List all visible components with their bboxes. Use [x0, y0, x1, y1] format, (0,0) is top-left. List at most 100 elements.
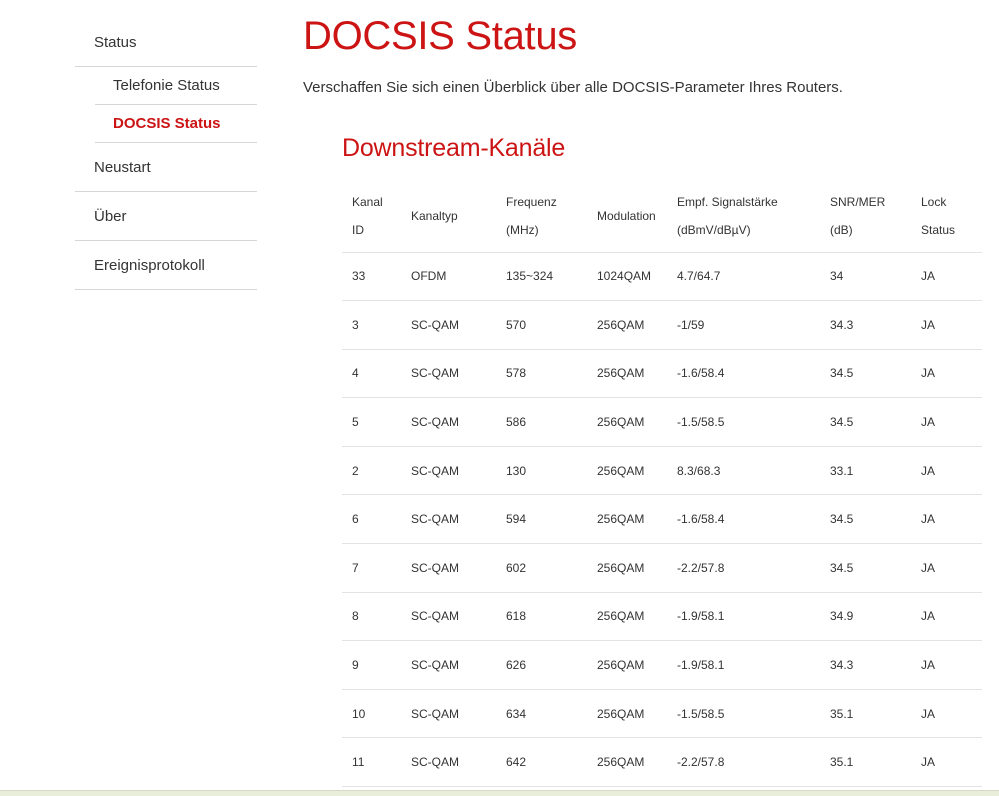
cell-modulation: 256QAM [587, 543, 667, 593]
downstream-table: Kanal ID Kanaltyp Frequenz (MHz) Modulatio… [342, 181, 982, 788]
cell-lock-status: JA [911, 689, 982, 739]
cell-frequenz: 570 [496, 300, 587, 350]
cell-frequenz: 135~324 [496, 252, 587, 302]
header-kanal-id: Kanal ID [342, 181, 401, 253]
cell-kanaltyp: SC-QAM [401, 640, 496, 690]
sidebar-item-ereignisprotokoll[interactable]: Ereignisprotokoll [75, 241, 257, 290]
table-row: 33 OFDM 135~324 1024QAM 4.7/64.7 34 JA [342, 252, 982, 302]
cell-modulation: 256QAM [587, 349, 667, 399]
cell-frequenz: 602 [496, 543, 587, 593]
page-subtitle: Verschaffen Sie sich einen Überblick übe… [303, 79, 843, 96]
table-row: 11 SC-QAM 642 256QAM -2.2/57.8 35.1 JA [342, 737, 982, 788]
cell-modulation: 256QAM [587, 446, 667, 496]
cell-lock-status: JA [911, 543, 982, 593]
cell-kanaltyp: SC-QAM [401, 592, 496, 642]
cell-modulation: 256QAM [587, 300, 667, 350]
sidebar-item-docsis-status[interactable]: DOCSIS Status [95, 105, 257, 143]
cell-kanaltyp: OFDM [401, 252, 496, 302]
cell-frequenz: 626 [496, 640, 587, 690]
cell-signalstaerke: -1.9/58.1 [667, 640, 820, 690]
cell-signalstaerke: 4.7/64.7 [667, 252, 820, 302]
cell-lock-status: JA [911, 446, 982, 496]
cell-kanaltyp: SC-QAM [401, 737, 496, 788]
cell-frequenz: 130 [496, 446, 587, 496]
header-snr-mer: SNR/MER (dB) [820, 181, 911, 253]
cell-kanaltyp: SC-QAM [401, 349, 496, 399]
cell-frequenz: 618 [496, 592, 587, 642]
cell-modulation: 256QAM [587, 737, 667, 788]
cell-kanal-id: 10 [342, 689, 401, 739]
cell-kanal-id: 33 [342, 252, 401, 302]
cell-kanal-id: 9 [342, 640, 401, 690]
cell-kanal-id: 2 [342, 446, 401, 496]
cell-kanaltyp: SC-QAM [401, 543, 496, 593]
page-title: DOCSIS Status [303, 14, 577, 58]
cell-modulation: 256QAM [587, 397, 667, 447]
cell-snr-mer: 34.3 [820, 640, 911, 690]
header-signalstaerke: Empf. Signalstärke (dBmV/dBµV) [667, 181, 820, 253]
cell-modulation: 256QAM [587, 494, 667, 545]
header-modulation: Modulation [587, 181, 667, 253]
cell-snr-mer: 34 [820, 252, 911, 302]
cell-lock-status: JA [911, 737, 982, 788]
sidebar-item-telefonie-status[interactable]: Telefonie Status [95, 67, 257, 105]
cell-snr-mer: 34.9 [820, 592, 911, 642]
table-row: 2 SC-QAM 130 256QAM 8.3/68.3 33.1 JA [342, 446, 982, 496]
downstream-table-body: 33 OFDM 135~324 1024QAM 4.7/64.7 34 JA 3 SC-QAM 5… [342, 252, 982, 788]
cell-snr-mer: 35.1 [820, 689, 911, 739]
cell-modulation: 256QAM [587, 689, 667, 739]
downstream-table-container: Kanal ID Kanaltyp Frequenz (MHz) Modulatio… [342, 181, 982, 788]
table-row: 8 SC-QAM 618 256QAM -1.9/58.1 34.9 JA [342, 592, 982, 642]
table-header-row: Kanal ID Kanaltyp Frequenz (MHz) Modulatio… [342, 181, 982, 253]
cell-frequenz: 642 [496, 737, 587, 788]
sidebar-item-ueber[interactable]: Über [75, 192, 257, 241]
cell-kanal-id: 6 [342, 494, 401, 545]
cell-signalstaerke: -1.9/58.1 [667, 592, 820, 642]
cell-kanaltyp: SC-QAM [401, 397, 496, 447]
cell-kanal-id: 4 [342, 349, 401, 399]
table-row: 3 SC-QAM 570 256QAM -1/59 34.3 JA [342, 300, 982, 350]
cell-frequenz: 586 [496, 397, 587, 447]
table-row: 10 SC-QAM 634 256QAM -1.5/58.5 35.1 JA [342, 689, 982, 739]
cell-lock-status: JA [911, 300, 982, 350]
cell-frequenz: 634 [496, 689, 587, 739]
cell-frequenz: 594 [496, 494, 587, 545]
cell-signalstaerke: -1/59 [667, 300, 820, 350]
cell-snr-mer: 34.5 [820, 397, 911, 447]
cell-lock-status: JA [911, 592, 982, 642]
cell-signalstaerke: -2.2/57.8 [667, 543, 820, 593]
cell-kanal-id: 8 [342, 592, 401, 642]
table-row: 7 SC-QAM 602 256QAM -2.2/57.8 34.5 JA [342, 543, 982, 593]
cell-lock-status: JA [911, 252, 982, 302]
cell-kanaltyp: SC-QAM [401, 300, 496, 350]
cell-lock-status: JA [911, 494, 982, 545]
cell-snr-mer: 34.5 [820, 543, 911, 593]
downstream-section-title: Downstream-Kanäle [342, 134, 566, 162]
cell-modulation: 1024QAM [587, 252, 667, 302]
header-frequenz: Frequenz (MHz) [496, 181, 587, 253]
table-row: 6 SC-QAM 594 256QAM -1.6/58.4 34.5 JA [342, 494, 982, 545]
cell-signalstaerke: -1.5/58.5 [667, 689, 820, 739]
table-row: 9 SC-QAM 626 256QAM -1.9/58.1 34.3 JA [342, 640, 982, 690]
cell-signalstaerke: -1.5/58.5 [667, 397, 820, 447]
cell-snr-mer: 34.5 [820, 349, 911, 399]
cell-snr-mer: 33.1 [820, 446, 911, 496]
cell-snr-mer: 34.5 [820, 494, 911, 545]
cell-kanaltyp: SC-QAM [401, 494, 496, 545]
table-row: 4 SC-QAM 578 256QAM -1.6/58.4 34.5 JA [342, 349, 982, 399]
header-kanaltyp: Kanaltyp [401, 181, 496, 253]
sidebar-item-neustart[interactable]: Neustart [75, 143, 257, 192]
cell-signalstaerke: -1.6/58.4 [667, 494, 820, 545]
sidebar-item-status[interactable]: Status [75, 18, 257, 67]
header-lock-status: Lock Status [911, 181, 982, 253]
cell-kanaltyp: SC-QAM [401, 689, 496, 739]
cell-snr-mer: 35.1 [820, 737, 911, 788]
cell-lock-status: JA [911, 349, 982, 399]
cell-signalstaerke: 8.3/68.3 [667, 446, 820, 496]
cell-kanaltyp: SC-QAM [401, 446, 496, 496]
cell-kanal-id: 3 [342, 300, 401, 350]
cell-signalstaerke: -1.6/58.4 [667, 349, 820, 399]
cell-frequenz: 578 [496, 349, 587, 399]
sidebar-nav: Status Telefonie Status DOCSIS Status Ne… [75, 18, 257, 290]
cell-snr-mer: 34.3 [820, 300, 911, 350]
